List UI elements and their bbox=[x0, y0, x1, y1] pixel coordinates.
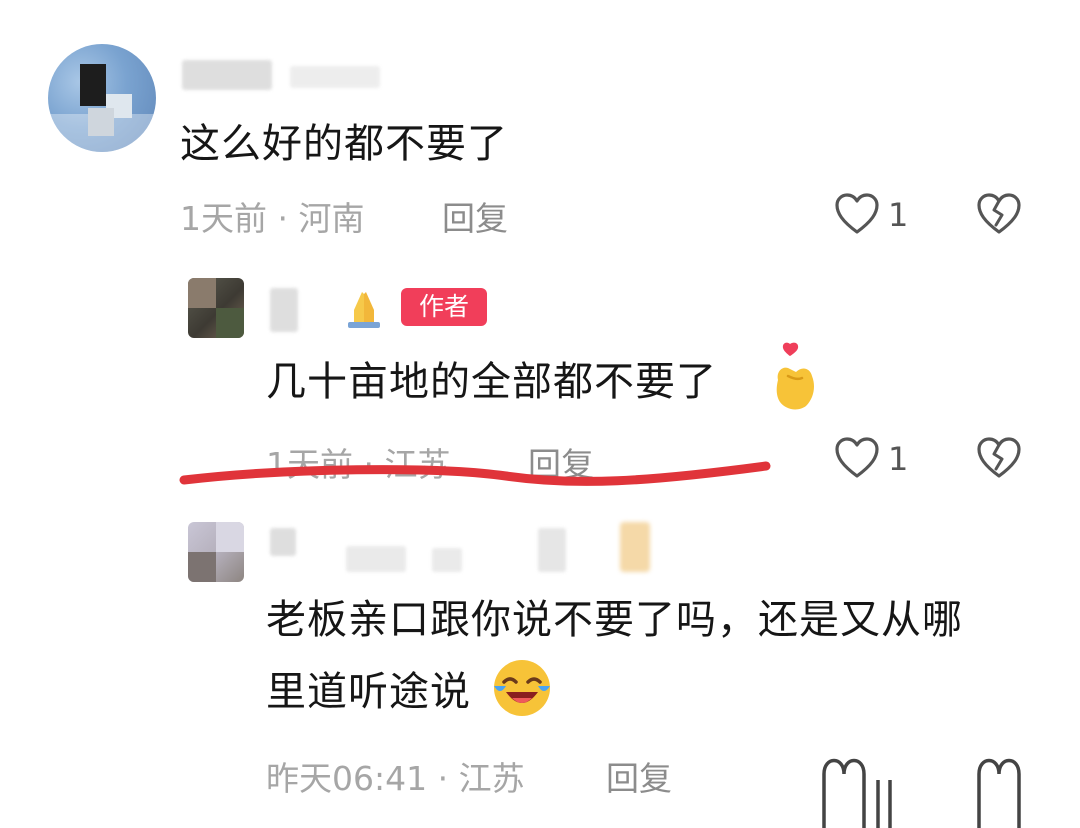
username-redacted[interactable] bbox=[270, 528, 296, 556]
red-underline-mark bbox=[179, 461, 771, 486]
author-badge: 作者 bbox=[401, 288, 487, 326]
comment-text-line2: 里道听途说 bbox=[266, 669, 471, 715]
heart-hands-emoji bbox=[768, 342, 822, 414]
broken-heart-icon-cropped[interactable] bbox=[975, 746, 1025, 828]
username-redacted-extra bbox=[346, 546, 406, 572]
heart-outline-icon[interactable] bbox=[834, 436, 880, 480]
username-redacted-extra bbox=[538, 528, 566, 572]
heart-outline-icon-cropped[interactable] bbox=[818, 746, 908, 828]
author-avatar[interactable] bbox=[188, 278, 244, 338]
username-redacted-extra bbox=[432, 548, 462, 572]
commenter-avatar[interactable] bbox=[48, 44, 156, 152]
commenter-avatar[interactable] bbox=[188, 522, 244, 582]
comment-text: 这么好的都不要了 bbox=[180, 121, 508, 167]
reply-button[interactable]: 回复 bbox=[606, 752, 672, 800]
heart-outline-icon[interactable] bbox=[834, 192, 880, 236]
folded-hands-emoji bbox=[340, 286, 388, 330]
like-count: 1 bbox=[888, 440, 909, 478]
comment-text: 几十亩地的全部都不要了 bbox=[266, 359, 717, 405]
comment-meta: 1天前 · 河南 bbox=[180, 199, 365, 238]
comment-meta: 昨天06:41 · 江苏 bbox=[266, 759, 525, 798]
like-count: 1 bbox=[888, 196, 909, 234]
comment-text-line1: 老板亲口跟你说不要了吗，还是又从哪 bbox=[266, 597, 963, 643]
broken-heart-icon[interactable] bbox=[975, 436, 1023, 480]
redacted-emoji bbox=[620, 522, 650, 572]
reply-button[interactable]: 回复 bbox=[442, 192, 508, 240]
username-redacted[interactable] bbox=[270, 288, 298, 332]
username-redacted[interactable] bbox=[182, 60, 272, 90]
broken-heart-icon[interactable] bbox=[975, 192, 1023, 236]
username-redacted-extra bbox=[290, 66, 380, 88]
laughing-tears-emoji bbox=[490, 656, 554, 720]
